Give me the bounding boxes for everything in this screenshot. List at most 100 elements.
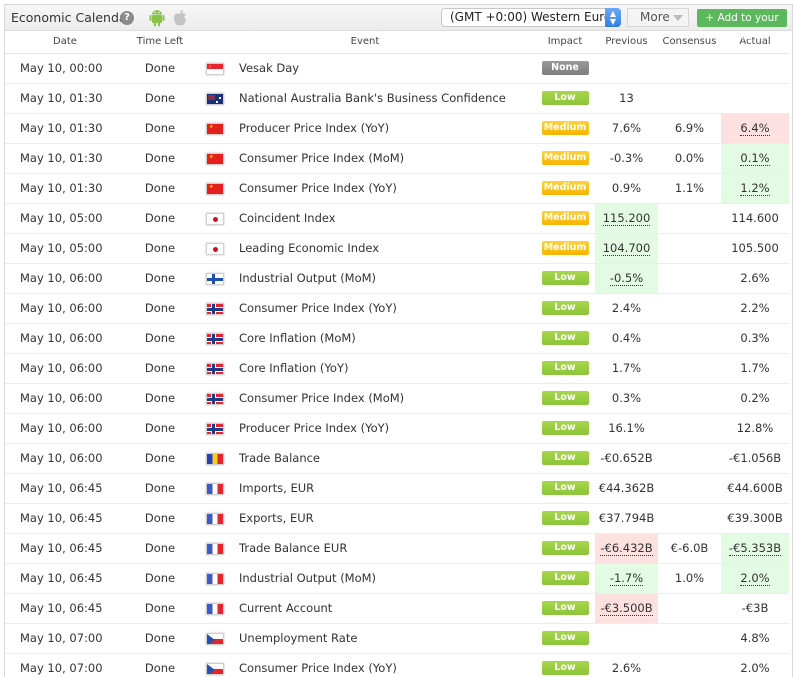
consensus-cell	[658, 323, 721, 354]
event-name[interactable]: Consumer Price Index (MoM)	[239, 391, 404, 405]
table-row[interactable]: May 10, 06:45 Done Trade Balance EUR Low -€6…	[5, 533, 789, 564]
event-cell[interactable]: Imports, EUR	[235, 473, 535, 504]
table-row[interactable]: May 10, 06:45 Done Imports, EUR Low €44.362B…	[5, 473, 789, 504]
col-impact[interactable]: Impact	[535, 31, 595, 54]
event-name[interactable]: Trade Balance	[239, 451, 320, 465]
event-cell[interactable]: National Australia Bank's Business Confi…	[235, 83, 535, 114]
consensus-cell	[658, 233, 721, 264]
table-row[interactable]: May 10, 06:00 Done Producer Price Index (Y…	[5, 413, 789, 444]
table-row[interactable]: May 10, 06:00 Done Consumer Price Index (Y…	[5, 293, 789, 324]
event-cell[interactable]: Core Inflation (YoY)	[235, 353, 535, 384]
event-name[interactable]: Imports, EUR	[239, 481, 314, 495]
table-row[interactable]: May 10, 06:00 Done Core Inflation (MoM) Low…	[5, 323, 789, 354]
impact-cell: Low	[535, 83, 595, 114]
col-actual[interactable]: Actual	[721, 31, 789, 54]
event-name[interactable]: Exports, EUR	[239, 511, 314, 525]
previous-value[interactable]: -€3.500B	[600, 601, 653, 616]
apple-icon[interactable]	[173, 9, 187, 26]
event-name[interactable]: Consumer Price Index (YoY)	[239, 661, 397, 675]
time-left-cell: Done	[125, 353, 195, 384]
actual-value[interactable]: 0.1%	[740, 151, 770, 166]
actual-value[interactable]: 1.2%	[740, 181, 770, 196]
previous-value[interactable]: 104.700	[602, 241, 651, 256]
event-cell[interactable]: Producer Price Index (YoY)	[235, 113, 535, 144]
event-cell[interactable]: Exports, EUR	[235, 503, 535, 534]
col-time-left[interactable]: Time Left	[125, 31, 195, 54]
event-cell[interactable]: Unemployment Rate	[235, 623, 535, 654]
event-name[interactable]: Consumer Price Index (YoY)	[239, 301, 397, 315]
event-name[interactable]: Industrial Output (MoM)	[239, 571, 376, 585]
event-name[interactable]: Consumer Price Index (MoM)	[239, 151, 404, 165]
event-cell[interactable]: Industrial Output (MoM)	[235, 563, 535, 594]
col-consensus[interactable]: Consensus	[658, 31, 721, 54]
previous-value[interactable]: -€6.432B	[600, 541, 653, 556]
add-to-site-button[interactable]: + Add to your site	[697, 9, 787, 42]
table-row[interactable]: May 10, 06:45 Done Exports, EUR Low €37.794B…	[5, 503, 789, 534]
consensus-cell: €-6.0B	[658, 533, 721, 564]
previous-value[interactable]: -1.7%	[609, 571, 644, 586]
table-row[interactable]: May 10, 07:00 Done Consumer Price Index (Y…	[5, 653, 789, 677]
event-cell[interactable]: Current Account	[235, 593, 535, 624]
previous-value: €44.362B	[598, 481, 655, 495]
table-row[interactable]: May 10, 06:00 Done Industrial Output (MoM)…	[5, 263, 789, 294]
event-name[interactable]: Coincident Index	[239, 211, 336, 225]
actual-value[interactable]: 6.4%	[740, 121, 770, 136]
table-row[interactable]: May 10, 05:00 Done Leading Economic Index M…	[5, 233, 789, 264]
event-cell[interactable]: Consumer Price Index (YoY)	[235, 173, 535, 204]
event-name[interactable]: Consumer Price Index (YoY)	[239, 181, 397, 195]
col-previous[interactable]: Previous	[595, 31, 658, 54]
more-label: More	[640, 10, 670, 24]
event-cell[interactable]: Leading Economic Index	[235, 233, 535, 264]
event-cell[interactable]: Vesak Day	[235, 53, 535, 84]
actual-value[interactable]: 2.0%	[740, 571, 770, 586]
event-cell[interactable]: Producer Price Index (YoY)	[235, 413, 535, 444]
flag-cell: ☾	[195, 53, 235, 84]
event-cell[interactable]: Consumer Price Index (MoM)	[235, 383, 535, 414]
event-name[interactable]: Current Account	[239, 601, 332, 615]
help-icon[interactable]: ?	[120, 11, 134, 25]
previous-value[interactable]: -0.5%	[609, 271, 644, 286]
event-name[interactable]: Industrial Output (MoM)	[239, 271, 376, 285]
date-cell: May 10, 06:00	[5, 353, 125, 384]
actual-cell: €44.600B	[721, 473, 789, 504]
table-row[interactable]: May 10, 06:45 Done Industrial Output (MoM)…	[5, 563, 789, 594]
actual-value[interactable]: -€5.353B	[728, 541, 782, 556]
event-cell[interactable]: Trade Balance	[235, 443, 535, 474]
table-row[interactable]: May 10, 06:00 Done Consumer Price Index (M…	[5, 383, 789, 414]
event-name[interactable]: Producer Price Index (YoY)	[239, 421, 389, 435]
event-cell[interactable]: Consumer Price Index (YoY)	[235, 293, 535, 324]
event-cell[interactable]: Industrial Output (MoM)	[235, 263, 535, 294]
event-name[interactable]: Core Inflation (MoM)	[239, 331, 356, 345]
consensus-cell	[658, 83, 721, 114]
col-date[interactable]: Date	[5, 31, 125, 54]
event-name[interactable]: Unemployment Rate	[239, 631, 357, 645]
event-name[interactable]: Core Inflation (YoY)	[239, 361, 348, 375]
event-name[interactable]: Trade Balance EUR	[239, 541, 347, 555]
event-name[interactable]: Vesak Day	[239, 61, 299, 75]
table-row[interactable]: May 10, 01:30 Done ★ Consumer Price Index (…	[5, 143, 789, 174]
table-row[interactable]: May 10, 01:30 Done ★ Consumer Price Index (…	[5, 173, 789, 204]
table-row[interactable]: May 10, 06:00 Done Trade Balance Low -€0.652…	[5, 443, 789, 474]
col-event[interactable]: Event	[195, 31, 535, 54]
table-row[interactable]: May 10, 06:45 Done Current Account Low -€3.5…	[5, 593, 789, 624]
android-icon[interactable]	[149, 9, 165, 27]
event-name[interactable]: National Australia Bank's Business Confi…	[239, 91, 506, 105]
more-button[interactable]: More	[627, 8, 689, 27]
impact-cell: Low	[535, 653, 595, 677]
table-row[interactable]: May 10, 00:00 Done ☾ Vesak Day None	[5, 53, 789, 84]
event-cell[interactable]: Consumer Price Index (YoY)	[235, 653, 535, 677]
table-row[interactable]: May 10, 06:00 Done Core Inflation (YoY) Low…	[5, 353, 789, 384]
event-cell[interactable]: Core Inflation (MoM)	[235, 323, 535, 354]
table-row[interactable]: May 10, 01:30 Done National Australia Bank…	[5, 83, 789, 114]
event-cell[interactable]: Trade Balance EUR	[235, 533, 535, 564]
table-row[interactable]: May 10, 05:00 Done Coincident Index Medium 1…	[5, 203, 789, 234]
table-row[interactable]: May 10, 01:30 Done ★ Producer Price Index (…	[5, 113, 789, 144]
previous-value[interactable]: 115.200	[602, 211, 651, 226]
event-name[interactable]: Producer Price Index (YoY)	[239, 121, 389, 135]
event-cell[interactable]: Consumer Price Index (MoM)	[235, 143, 535, 174]
event-cell[interactable]: Coincident Index	[235, 203, 535, 234]
timezone-select[interactable]: (GMT +0:00) Western Europ ▲ ▼	[441, 8, 621, 27]
date-cell: May 10, 06:45	[5, 473, 125, 504]
table-row[interactable]: May 10, 07:00 Done Unemployment Rate Low 4.8…	[5, 623, 789, 654]
event-name[interactable]: Leading Economic Index	[239, 241, 379, 255]
